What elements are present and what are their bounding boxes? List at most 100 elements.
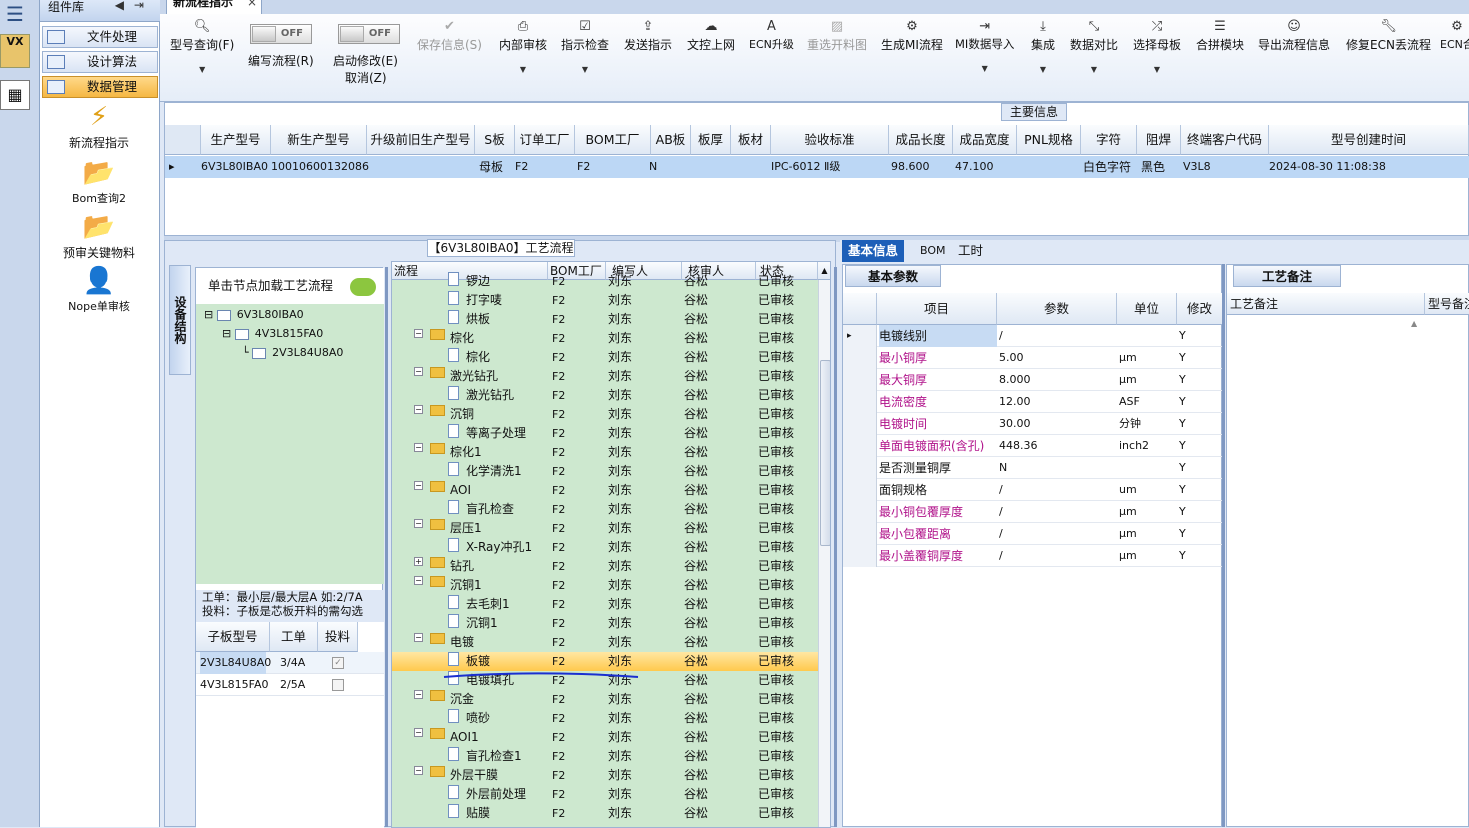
- col-header[interactable]: 型号备注: [1425, 293, 1469, 315]
- data-compare-button[interactable]: ⤡ 数据对比 ▼: [1070, 18, 1118, 74]
- tab-equipment-structure[interactable]: 设备结构: [169, 265, 191, 375]
- expand-toggle-icon[interactable]: −: [414, 519, 423, 528]
- tree-node-leaf[interactable]: └ 2V3L84U8A0: [242, 346, 343, 359]
- table-row[interactable]: ▸ 6V3L80IBA0 10010600132086 母板 F2 F2 N I…: [165, 156, 1469, 178]
- flow-row[interactable]: − AOI F2 刘东 谷松 已审核: [392, 481, 818, 500]
- generate-mi-button[interactable]: ⚙ 生成MI流程: [881, 18, 943, 53]
- flow-row[interactable]: 喷砂 F2 刘东 谷松 已审核: [392, 709, 818, 728]
- param-row[interactable]: 最大铜厚 8.000 μm Y: [843, 369, 1223, 391]
- type-query-button[interactable]: 🔍︎ 型号查询(F) ▼: [170, 18, 234, 74]
- flow-row[interactable]: − AOI1 F2 刘东 谷松 已审核: [392, 728, 818, 747]
- col-header[interactable]: 工艺备注: [1227, 293, 1425, 315]
- col-header[interactable]: 新生产型号: [271, 125, 367, 155]
- param-row[interactable]: 最小盖覆铜厚度 / μm Y: [843, 545, 1223, 567]
- flow-row[interactable]: − 沉铜1 F2 刘东 谷松 已审核: [392, 576, 818, 595]
- table-row[interactable]: 2V3L84U8A0 3/4A ✓: [196, 652, 384, 674]
- flow-row[interactable]: 化学清洗1 F2 刘东 谷松 已审核: [392, 462, 818, 481]
- scroll-up-icon[interactable]: ▲: [818, 262, 830, 280]
- ecn-upgrade-button[interactable]: A ECN升级: [749, 18, 794, 52]
- tab-basic-info[interactable]: 基本信息: [842, 240, 905, 262]
- col-header[interactable]: 生产型号: [201, 125, 271, 155]
- expand-toggle-icon[interactable]: +: [414, 557, 423, 566]
- param-row[interactable]: 是否测量铜厚 N Y: [843, 457, 1223, 479]
- flow-row[interactable]: 等离子处理 F2 刘东 谷松 已审核: [392, 424, 818, 443]
- feed-checkbox[interactable]: [332, 679, 344, 691]
- flow-row[interactable]: 盲孔检查1 F2 刘东 谷松 已审核: [392, 747, 818, 766]
- col-header[interactable]: 投料: [318, 622, 358, 652]
- expand-toggle-icon[interactable]: −: [414, 576, 423, 585]
- col-header[interactable]: S板: [475, 125, 515, 155]
- col-header[interactable]: 单位: [1117, 293, 1177, 325]
- merge-module-button[interactable]: ☰ 合拼模块: [1196, 18, 1244, 53]
- expand-toggle-icon[interactable]: −: [414, 728, 423, 737]
- expand-toggle-icon[interactable]: −: [414, 405, 423, 414]
- scroll-thumb[interactable]: [820, 360, 830, 546]
- flow-row[interactable]: − 沉金 F2 刘东 谷松 已审核: [392, 690, 818, 709]
- calculator-icon[interactable]: ▦: [0, 80, 30, 110]
- col-header[interactable]: 工单: [270, 622, 318, 652]
- flow-row[interactable]: X-Ray冲孔1 F2 刘东 谷松 已审核: [392, 538, 818, 557]
- repair-ecn-button[interactable]: 🔧︎ 修复ECN丢流程: [1346, 18, 1431, 53]
- col-header[interactable]: 板厚: [691, 125, 731, 155]
- vx-app-icon[interactable]: VX: [0, 34, 30, 68]
- collapse-arrows-icon[interactable]: ◀⇥: [115, 0, 154, 12]
- col-header[interactable]: 子板型号: [196, 622, 270, 652]
- expand-toggle-icon[interactable]: −: [414, 329, 423, 338]
- col-header[interactable]: 阻焊: [1137, 125, 1181, 155]
- expand-toggle-icon[interactable]: −: [414, 481, 423, 490]
- param-row[interactable]: 单面电镀面积(含孔) 448.36 inch2 Y: [843, 435, 1223, 457]
- scroll-up-icon[interactable]: ▲: [1411, 319, 1417, 328]
- flow-row[interactable]: − 棕化1 F2 刘东 谷松 已审核: [392, 443, 818, 462]
- flow-row[interactable]: 棕化 F2 刘东 谷松 已审核: [392, 348, 818, 367]
- col-header[interactable]: BOM工厂: [575, 125, 651, 155]
- param-row[interactable]: 面铜规格 / um Y: [843, 479, 1223, 501]
- col-header[interactable]: AB板: [651, 125, 691, 155]
- param-row[interactable]: 最小铜包覆厚度 / μm Y: [843, 501, 1223, 523]
- flow-row[interactable]: − 外层干膜 F2 刘东 谷松 已审核: [392, 766, 818, 785]
- internal-review-button[interactable]: ⎙ 内部审核 ▼: [499, 18, 547, 74]
- expand-toggle-icon[interactable]: −: [414, 690, 423, 699]
- flow-row[interactable]: − 沉铜 F2 刘东 谷松 已审核: [392, 405, 818, 424]
- ecn-merge-button[interactable]: ⚙ ECN合: [1440, 18, 1469, 52]
- flow-row[interactable]: − 电镀 F2 刘东 谷松 已审核: [392, 633, 818, 652]
- expand-toggle-icon[interactable]: −: [414, 766, 423, 775]
- flow-row[interactable]: − 棕化 F2 刘东 谷松 已审核: [392, 329, 818, 348]
- flow-row[interactable]: 打字唛 F2 刘东 谷松 已审核: [392, 291, 818, 310]
- tab-bom[interactable]: BOM: [914, 240, 952, 262]
- table-row[interactable]: 4V3L815FA0 2/5A: [196, 674, 384, 696]
- start-modify-toggle[interactable]: OFF: [338, 24, 400, 44]
- col-header[interactable]: PNL规格: [1017, 125, 1081, 155]
- reselect-cut-button[interactable]: ▨ 重选开料图: [807, 18, 867, 53]
- group-design-algorithm[interactable]: 设计算法: [42, 51, 158, 73]
- tool-bom-query[interactable]: 📂 Bom查询2: [40, 156, 158, 206]
- vertical-scrollbar[interactable]: [818, 280, 830, 827]
- tab-work-hours[interactable]: 工时: [952, 240, 989, 262]
- expand-toggle-icon[interactable]: −: [414, 443, 423, 452]
- expand-toggle-icon[interactable]: −: [414, 633, 423, 642]
- flow-row[interactable]: 盲孔检查 F2 刘东 谷松 已审核: [392, 500, 818, 519]
- flow-row[interactable]: 烘板 F2 刘东 谷松 已审核: [392, 310, 818, 329]
- group-file-processing[interactable]: 文件处理: [42, 26, 158, 48]
- pane-splitter[interactable]: [1222, 264, 1225, 827]
- flow-row[interactable]: − 层压1 F2 刘东 谷松 已审核: [392, 519, 818, 538]
- menu-icon[interactable]: ☰: [6, 2, 24, 26]
- edit-flow-toggle[interactable]: OFF: [250, 24, 312, 44]
- tool-prereview-material[interactable]: 📂 预审关键物料: [40, 210, 158, 261]
- integrate-button[interactable]: ⤓ 集成 ▼: [1031, 18, 1055, 74]
- expand-toggle-icon[interactable]: −: [414, 367, 423, 376]
- flow-row[interactable]: 激光钻孔 F2 刘东 谷松 已审核: [392, 386, 818, 405]
- flow-row[interactable]: 外层前处理 F2 刘东 谷松 已审核: [392, 785, 818, 804]
- flow-row[interactable]: + 钻孔 F2 刘东 谷松 已审核: [392, 557, 818, 576]
- mi-import-button[interactable]: ⇥ MI数据导入 ▼: [955, 18, 1014, 73]
- col-header[interactable]: 订单工厂: [515, 125, 575, 155]
- col-header[interactable]: 修改: [1177, 293, 1223, 325]
- col-header[interactable]: 型号创建时间: [1269, 125, 1469, 155]
- col-header[interactable]: 字符: [1081, 125, 1137, 155]
- tool-nope-review[interactable]: 👤 Nope单审核: [40, 264, 158, 314]
- col-header[interactable]: 参数: [997, 293, 1117, 325]
- export-flow-button[interactable]: ☺ 导出流程信息: [1258, 18, 1330, 53]
- feed-checkbox[interactable]: ✓: [332, 657, 344, 669]
- flow-row[interactable]: − 激光钻孔 F2 刘东 谷松 已审核: [392, 367, 818, 386]
- param-row[interactable]: 最小铜厚 5.00 μm Y: [843, 347, 1223, 369]
- pane-splitter[interactable]: [385, 267, 388, 827]
